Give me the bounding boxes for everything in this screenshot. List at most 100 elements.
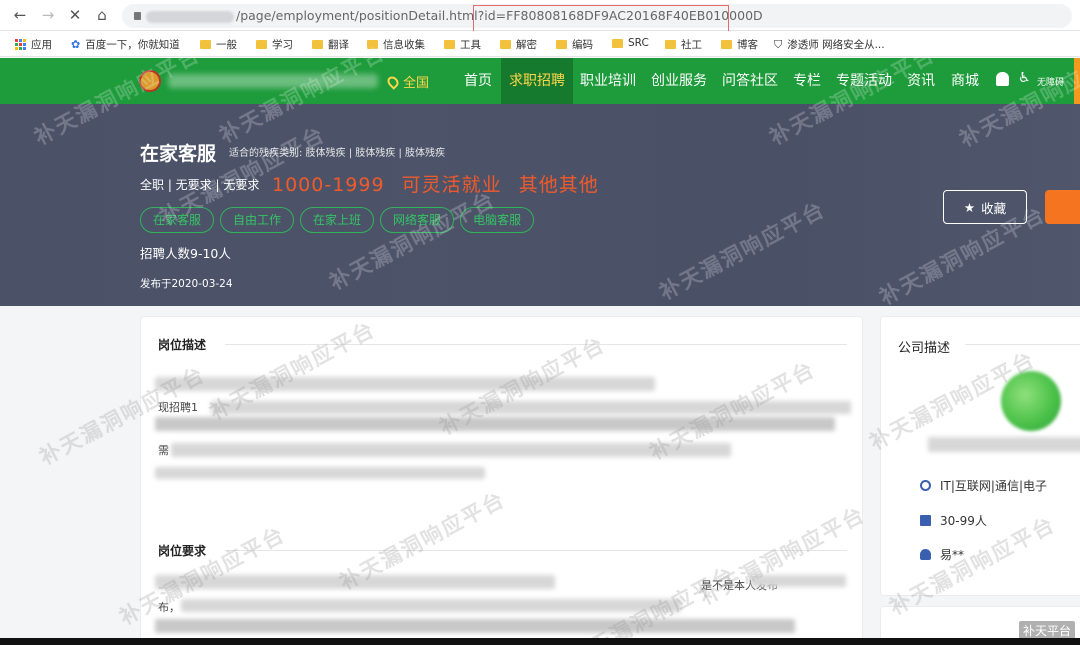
company-industry-row: IT|互联网|通信|电子 [920, 477, 1047, 494]
redacted-text [171, 443, 731, 457]
accessibility-link[interactable]: 无障碍 [1037, 75, 1064, 88]
redacted-company-name [928, 437, 1080, 452]
folder-icon [200, 40, 211, 49]
redacted-text [155, 377, 655, 391]
divider [225, 344, 847, 345]
blurred-site-name [168, 74, 378, 88]
folder-icon [312, 40, 323, 49]
redacted-text [211, 401, 851, 414]
folder-icon [444, 40, 455, 49]
nav-item-news[interactable]: 资讯 [899, 58, 943, 104]
home-icon[interactable]: ⌂ [92, 5, 112, 25]
bookmark-label: 信息收集 [383, 39, 425, 51]
bell-icon[interactable] [996, 72, 1009, 86]
job-tag[interactable]: 在家客服 [140, 207, 215, 233]
redacted-text [751, 575, 846, 587]
section-title-company: 公司描述 [898, 341, 951, 356]
back-icon[interactable]: ← [10, 5, 30, 25]
user-icon [920, 549, 931, 560]
site-logo-icon[interactable] [139, 70, 161, 92]
bookmark-label: 一般 [216, 39, 237, 51]
building-icon [920, 515, 931, 526]
job-tags: 在家客服 自由工作 在家上班 网络客服 电脑客服 [140, 207, 535, 233]
company-contact: 易** [940, 548, 965, 562]
stop-loading-icon[interactable]: ✕ [65, 5, 85, 25]
bookmark-label: 社工 [681, 39, 702, 51]
nav-user-area[interactable] [1074, 58, 1080, 104]
site-nav: 全国 首页 求职招聘 职业培训 创业服务 问答社区 专栏 专题活动 资讯 商城 … [0, 58, 1080, 104]
shield-icon: ⛉ [774, 37, 783, 51]
url-highlight-box [473, 5, 729, 33]
job-tag[interactable]: 自由工作 [220, 207, 295, 233]
redacted-text [155, 575, 555, 589]
bookmark-folder[interactable]: SRC [612, 37, 649, 49]
company-contact-row: 易** [920, 546, 964, 563]
baidu-paw-icon: ✿ [71, 38, 81, 51]
job-detail-card: 岗位描述 现招聘1 需 岗位要求 是不是本人发布 布， [140, 316, 863, 645]
bookmark-baidu[interactable]: ✿ 百度一下，你就知道 [71, 37, 180, 52]
company-card [880, 316, 1080, 596]
bookmark-folder[interactable]: 信息收集 [367, 37, 425, 52]
browser-window: ← → ✕ ⌂ /page/employment/positionDetail.… [0, 0, 1080, 645]
folder-icon [367, 40, 378, 49]
nav-item-home[interactable]: 首页 [456, 58, 500, 104]
description-fragment: 现招聘1 [158, 401, 198, 414]
salary-range: 1000-1999 [272, 174, 385, 196]
nav-item-column[interactable]: 专栏 [785, 58, 829, 104]
favorite-button[interactable]: ★ 收藏 [943, 190, 1027, 224]
bookmark-label: 渗透师 网络安全从... [787, 39, 885, 51]
job-meta: 全职 | 无要求 | 无要求 [140, 178, 260, 192]
job-hero-banner: 在家客服 适合的残疾类别: 肢体残疾 | 肢体残疾 | 肢体残疾 全职 | 无要… [0, 104, 1080, 306]
bookmark-folder[interactable]: 博客 [721, 37, 758, 52]
section-title-requirements: 岗位要求 [158, 544, 207, 558]
requirements-fragment: 布， [158, 601, 180, 614]
folder-icon [665, 40, 676, 49]
bookmark-label: 百度一下，你就知道 [85, 39, 180, 51]
disability-types: 适合的残疾类别: 肢体残疾 | 肢体残疾 | 肢体残疾 [229, 148, 446, 159]
bookmark-label: 解密 [516, 39, 537, 51]
bookmark-label: 工具 [460, 39, 481, 51]
bookmark-apps[interactable]: 应用 [15, 37, 52, 52]
folder-icon [721, 40, 732, 49]
favorite-label: 收藏 [981, 200, 1007, 216]
apply-button[interactable] [1045, 190, 1080, 224]
nav-item-training[interactable]: 职业培训 [572, 58, 644, 104]
bookmark-folder[interactable]: 解密 [500, 37, 537, 52]
star-icon: ★ [963, 199, 976, 215]
nav-item-topics[interactable]: 专题活动 [828, 58, 900, 104]
blurred-host [146, 10, 234, 23]
nav-item-jobs[interactable]: 求职招聘 [501, 58, 573, 104]
lock-icon [134, 12, 141, 20]
bookmark-label: 博客 [737, 39, 758, 51]
nav-item-startup[interactable]: 创业服务 [643, 58, 715, 104]
forward-icon[interactable]: → [38, 5, 58, 25]
bookmarks-bar: 应用 ✿ 百度一下，你就知道 一般 学习 翻译 信息收集 工具 解密 编码 SR… [0, 31, 1080, 57]
job-tag[interactable]: 电脑客服 [460, 207, 535, 233]
bookmark-folder[interactable]: 学习 [256, 37, 293, 52]
window-bottom-edge [0, 638, 1080, 645]
location-selector[interactable]: 全国 [385, 72, 429, 91]
redacted-text [155, 467, 485, 479]
wheelchair-icon[interactable]: ♿ [1018, 70, 1031, 86]
bookmark-folder[interactable]: 编码 [556, 37, 593, 52]
nav-item-mall[interactable]: 商城 [943, 58, 987, 104]
bookmark-folder[interactable]: 工具 [444, 37, 481, 52]
salary-line: 1000-1999 可灵活就业 其他其他 [272, 170, 599, 197]
job-tag[interactable]: 在家上班 [300, 207, 375, 233]
nav-item-qa[interactable]: 问答社区 [714, 58, 786, 104]
bookmark-folder[interactable]: 一般 [200, 37, 237, 52]
recruit-count: 招聘人数9-10人 [140, 246, 231, 261]
work-mode: 可灵活就业 [401, 174, 502, 196]
company-logo-avatar [1001, 371, 1061, 431]
bookmark-folder[interactable]: 翻译 [312, 37, 349, 52]
folder-icon [612, 38, 623, 48]
company-size: 30-99人 [940, 514, 987, 528]
job-title: 在家客服 [140, 143, 217, 165]
bookmark-security[interactable]: ⛉ 渗透师 网络安全从... [774, 37, 885, 52]
bookmark-folder[interactable]: 社工 [665, 37, 702, 52]
location-pin-icon [385, 73, 401, 90]
job-other: 其他其他 [518, 174, 599, 196]
divider [225, 550, 847, 551]
job-tag[interactable]: 网络客服 [380, 207, 455, 233]
publish-date: 发布于2020-03-24 [140, 278, 233, 290]
